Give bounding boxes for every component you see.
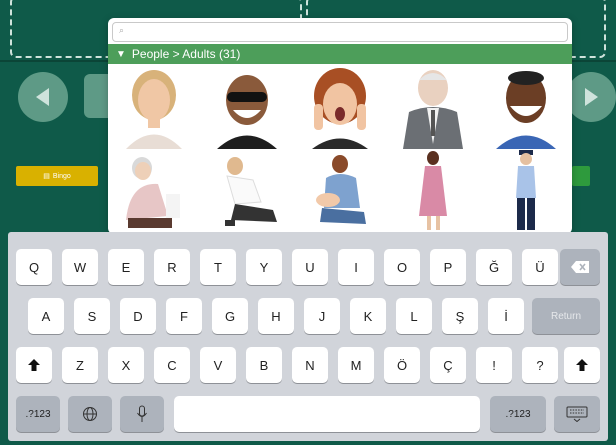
on-screen-keyboard: Q W E R T Y U I O P Ğ Ü A S D F G H J K … bbox=[8, 232, 608, 441]
key-l[interactable]: L bbox=[396, 298, 432, 334]
image-woman-kneeling[interactable] bbox=[201, 150, 293, 234]
image-woman-pink-dress[interactable] bbox=[387, 150, 479, 234]
forward-arrow-icon bbox=[585, 88, 598, 106]
key-r[interactable]: R bbox=[154, 249, 190, 285]
key-b[interactable]: B bbox=[246, 347, 282, 383]
back-button[interactable] bbox=[18, 72, 68, 122]
image-woman-portrait[interactable] bbox=[108, 64, 200, 149]
numbers-key-left[interactable]: .?123 bbox=[16, 396, 60, 432]
key-v[interactable]: V bbox=[200, 347, 236, 383]
key-j[interactable]: J bbox=[304, 298, 340, 334]
microphone-icon bbox=[137, 405, 147, 422]
key-d[interactable]: D bbox=[120, 298, 156, 334]
keyboard-hide-icon bbox=[566, 406, 588, 422]
key-a[interactable]: A bbox=[28, 298, 64, 334]
key-t[interactable]: T bbox=[200, 249, 236, 285]
shift-key-left[interactable] bbox=[16, 347, 52, 383]
image-grid bbox=[108, 64, 572, 234]
image-woman-with-baby[interactable] bbox=[294, 150, 386, 234]
key-q[interactable]: Q bbox=[16, 249, 52, 285]
key-o[interactable]: O bbox=[384, 249, 420, 285]
key-z[interactable]: Z bbox=[62, 347, 98, 383]
globe-icon bbox=[83, 407, 97, 421]
key-question[interactable]: ? bbox=[522, 347, 558, 383]
shift-icon bbox=[28, 359, 40, 371]
backspace-key[interactable] bbox=[560, 249, 600, 285]
forward-button[interactable] bbox=[566, 72, 616, 122]
key-g-breve[interactable]: Ğ bbox=[476, 249, 512, 285]
globe-key[interactable] bbox=[68, 396, 112, 432]
image-man-sunglasses[interactable] bbox=[201, 64, 293, 149]
key-f[interactable]: F bbox=[166, 298, 202, 334]
shift-key-right[interactable] bbox=[564, 347, 600, 383]
shift-icon bbox=[576, 359, 588, 371]
key-y[interactable]: Y bbox=[246, 249, 282, 285]
image-elderly-man[interactable] bbox=[387, 64, 479, 149]
image-elderly-woman-seated[interactable] bbox=[108, 150, 200, 234]
dismiss-keyboard-key[interactable] bbox=[554, 396, 600, 432]
key-g[interactable]: G bbox=[212, 298, 248, 334]
search-field[interactable]: ⌕ bbox=[112, 22, 568, 42]
bingo-label: Bingo bbox=[52, 172, 71, 180]
key-p[interactable]: P bbox=[430, 249, 466, 285]
key-u-umlaut[interactable]: Ü bbox=[522, 249, 558, 285]
disclosure-triangle-icon: ▼ bbox=[116, 48, 126, 60]
image-police-officer[interactable] bbox=[480, 150, 572, 234]
key-u[interactable]: U bbox=[292, 249, 328, 285]
key-i[interactable]: I bbox=[338, 249, 374, 285]
key-s-cedilla[interactable]: Ş bbox=[442, 298, 478, 334]
key-h[interactable]: H bbox=[258, 298, 294, 334]
key-n[interactable]: N bbox=[292, 347, 328, 383]
bingo-button[interactable]: ▤ Bingo bbox=[16, 166, 98, 186]
green-chip[interactable] bbox=[572, 166, 590, 186]
image-woman-surprised[interactable] bbox=[294, 64, 386, 149]
back-arrow-icon bbox=[36, 88, 49, 106]
search-icon: ⌕ bbox=[119, 25, 125, 35]
key-s[interactable]: S bbox=[74, 298, 110, 334]
key-dotted-i[interactable]: İ bbox=[488, 298, 524, 334]
image-picker-popover: ⌕ ▼ People > Adults (31) bbox=[108, 18, 572, 234]
return-key[interactable]: Return bbox=[532, 298, 600, 334]
category-header[interactable]: ▼ People > Adults (31) bbox=[108, 44, 572, 64]
key-w[interactable]: W bbox=[62, 249, 98, 285]
key-m[interactable]: M bbox=[338, 347, 374, 383]
dictation-key[interactable] bbox=[120, 396, 164, 432]
key-o-umlaut[interactable]: Ö bbox=[384, 347, 420, 383]
key-c[interactable]: C bbox=[154, 347, 190, 383]
space-bar[interactable] bbox=[174, 396, 480, 432]
key-e[interactable]: E bbox=[108, 249, 144, 285]
image-smiling-man[interactable] bbox=[480, 64, 572, 149]
key-x[interactable]: X bbox=[108, 347, 144, 383]
category-title: People > Adults (31) bbox=[131, 47, 241, 61]
key-exclamation[interactable]: ! bbox=[476, 347, 512, 383]
key-k[interactable]: K bbox=[350, 298, 386, 334]
key-c-cedilla[interactable]: Ç bbox=[430, 347, 466, 383]
numbers-key-right[interactable]: .?123 bbox=[490, 396, 546, 432]
bingo-icon: ▤ bbox=[43, 173, 50, 180]
backspace-icon bbox=[571, 261, 589, 273]
